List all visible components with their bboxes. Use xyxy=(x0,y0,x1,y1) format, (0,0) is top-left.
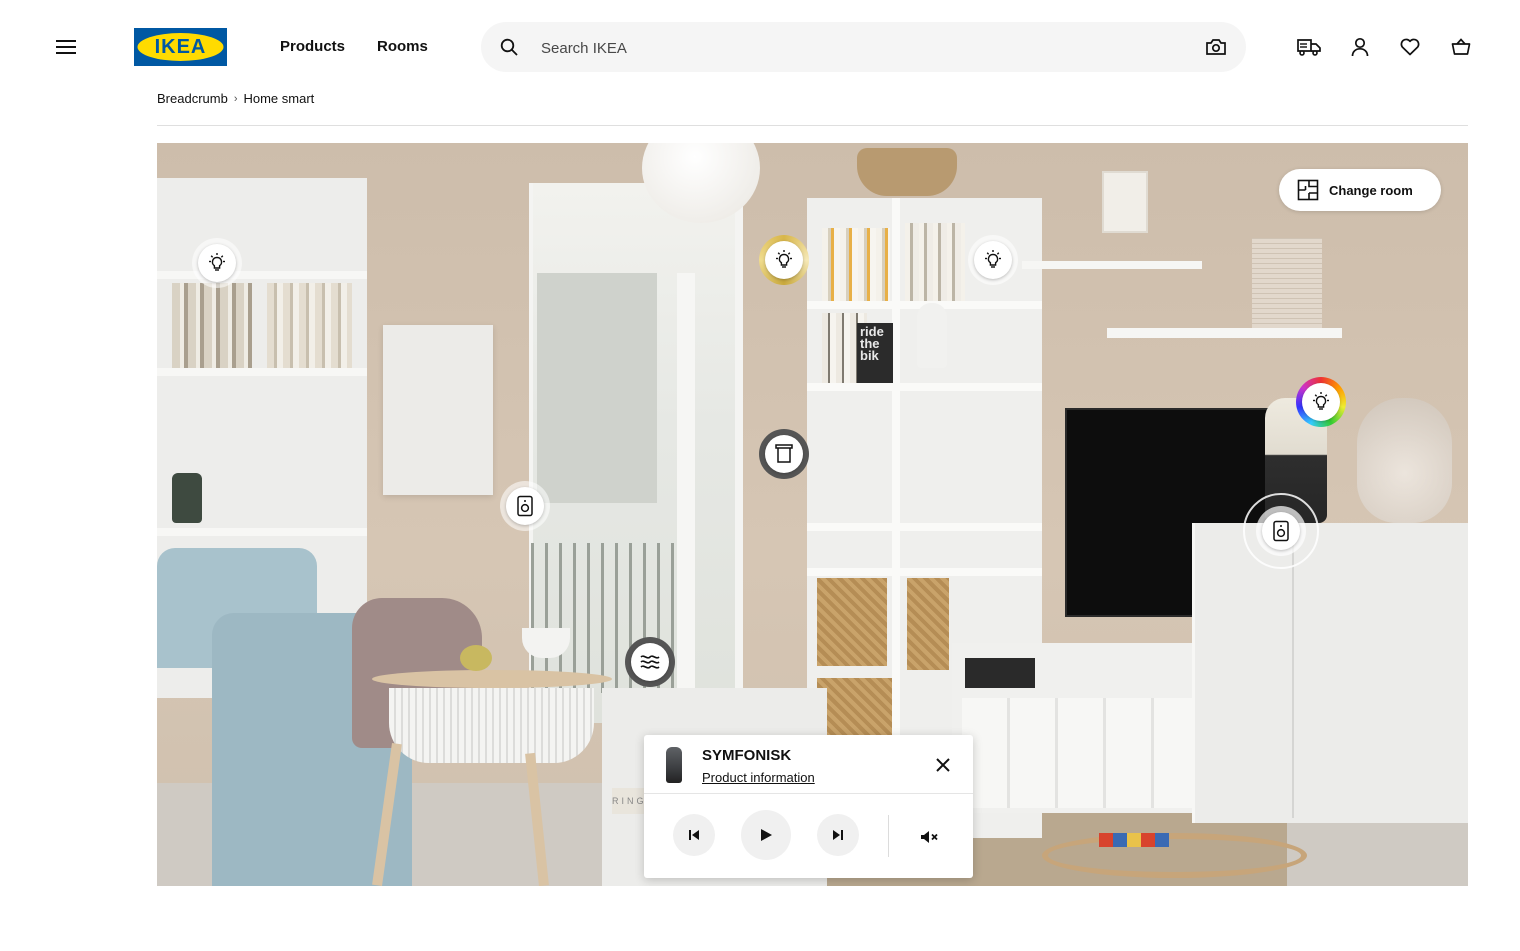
menu-icon[interactable] xyxy=(50,31,82,63)
camera-search-icon[interactable] xyxy=(1205,36,1227,58)
controls-separator xyxy=(888,815,889,857)
wall-shelf-lower xyxy=(1107,328,1342,338)
ikea-logo[interactable]: IKEA xyxy=(134,28,227,66)
nav-rooms[interactable]: Rooms xyxy=(377,38,428,55)
speaker-icon xyxy=(517,495,533,517)
lightbulb-icon xyxy=(1313,392,1329,410)
shopping-bag-icon[interactable] xyxy=(1448,34,1474,60)
change-room-label: Change room xyxy=(1329,182,1413,198)
logo-text: IKEA xyxy=(154,36,207,58)
wicker-box-2 xyxy=(907,578,949,670)
play-button[interactable] xyxy=(741,810,791,860)
previous-track-button[interactable] xyxy=(673,814,715,856)
pear xyxy=(460,645,492,671)
shelf-basket xyxy=(857,148,957,196)
bookcase-shelf-2 xyxy=(807,383,1042,391)
left-shelf-1 xyxy=(157,271,367,279)
air-purifier-hotspot[interactable] xyxy=(625,637,675,687)
bookcase-books-2 xyxy=(905,223,965,301)
blind-icon xyxy=(775,444,793,463)
search-icon[interactable] xyxy=(499,37,519,57)
cabinet-door-line xyxy=(1292,538,1294,818)
lightbulb-icon xyxy=(209,253,225,271)
mute-button[interactable] xyxy=(916,823,944,851)
side-table-body xyxy=(389,688,594,763)
speaker-icon xyxy=(1273,520,1289,542)
air-waves-icon xyxy=(640,655,660,669)
cabinet xyxy=(1192,523,1468,823)
player-divider xyxy=(644,793,973,794)
storage-boxes xyxy=(962,698,1212,808)
breadcrumb-chevron-icon: › xyxy=(233,92,238,105)
wall-shelf-upper xyxy=(1022,261,1202,269)
smart-bulb-hotspot-shelf[interactable] xyxy=(192,238,242,288)
close-icon[interactable] xyxy=(930,752,956,778)
wicker-box-1 xyxy=(817,578,887,666)
lightbulb-icon xyxy=(776,250,792,268)
search-input[interactable] xyxy=(539,22,1163,74)
shelf-picture xyxy=(1102,171,1148,233)
skip-next-icon xyxy=(833,830,843,840)
breadcrumb: Breadcrumb › Home smart xyxy=(157,91,314,106)
media-box xyxy=(965,658,1035,688)
wicker-box-3 xyxy=(817,678,892,738)
wall-speaker-panel xyxy=(383,325,493,495)
smart-bulb-hotspot-bookcase[interactable] xyxy=(968,235,1018,285)
account-icon[interactable] xyxy=(1347,34,1373,60)
skip-previous-icon xyxy=(689,830,699,840)
book-cover: ride the bik xyxy=(857,323,893,383)
toy-train-track xyxy=(1042,833,1307,878)
speaker-hotspot-wall[interactable] xyxy=(500,481,550,531)
divider xyxy=(157,125,1468,126)
blind-hotspot[interactable] xyxy=(759,429,809,479)
product-information-link[interactable]: Product information xyxy=(702,770,815,785)
bookcase-books xyxy=(822,228,890,301)
delivery-truck-icon[interactable] xyxy=(1294,34,1324,60)
nav-products[interactable]: Products xyxy=(280,38,345,55)
left-shelf-3 xyxy=(157,528,367,536)
bookcase-shelf-4 xyxy=(807,568,1042,576)
next-track-button[interactable] xyxy=(817,814,859,856)
left-books-2 xyxy=(267,283,352,368)
change-room-button[interactable]: Change room xyxy=(1279,169,1441,211)
toy-train xyxy=(1099,833,1169,847)
room-scene: ride the bik RING Change room SYMFONISK … xyxy=(157,143,1468,886)
speaker-hotspot-cabinet[interactable] xyxy=(1256,506,1306,556)
vase xyxy=(172,473,202,523)
bust-sculpture xyxy=(917,303,947,368)
left-books xyxy=(172,283,252,368)
favourites-heart-icon[interactable] xyxy=(1397,34,1423,60)
bookcase-shelf-3 xyxy=(807,523,1042,531)
search-bar xyxy=(481,22,1246,74)
speaker-player-popup: SYMFONISK Product information xyxy=(644,735,973,878)
lightbulb-icon xyxy=(985,250,1001,268)
smart-bulb-hotspot-lamp[interactable] xyxy=(1296,377,1346,427)
shelf-notebooks xyxy=(1252,238,1322,328)
volume-mute-icon xyxy=(921,831,938,843)
breadcrumb-root[interactable]: Breadcrumb xyxy=(157,91,228,106)
side-table-top xyxy=(372,670,612,688)
floorplan-icon xyxy=(1297,179,1319,201)
speaker-product-thumbnail xyxy=(666,747,682,783)
play-icon xyxy=(761,829,772,841)
window-building xyxy=(537,273,657,503)
glass-vase xyxy=(1357,398,1452,523)
product-name: SYMFONISK xyxy=(702,747,792,764)
left-shelf-2 xyxy=(157,368,367,376)
breadcrumb-current: Home smart xyxy=(243,91,315,106)
smart-bulb-hotspot-pendant[interactable] xyxy=(759,235,809,285)
